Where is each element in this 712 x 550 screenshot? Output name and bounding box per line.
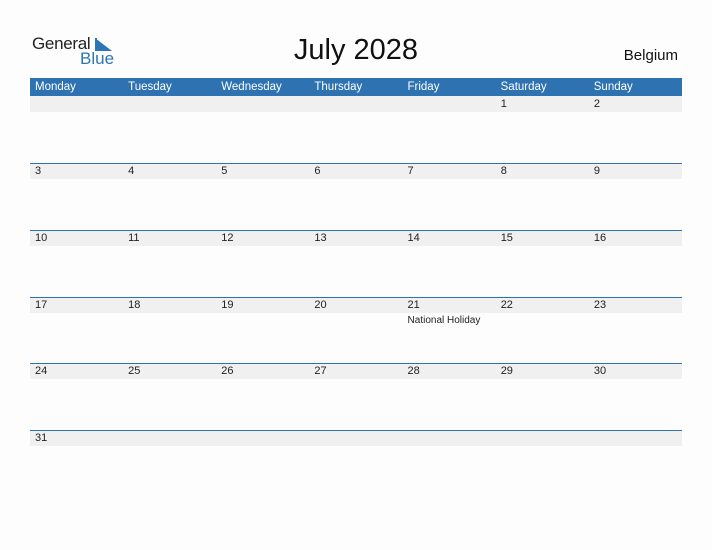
day-cell: 5 bbox=[216, 163, 309, 230]
day-number: 1 bbox=[500, 98, 507, 110]
day-cell: 2 bbox=[589, 96, 682, 163]
day-cell: 22 bbox=[496, 297, 589, 364]
day-cell: 6 bbox=[309, 163, 402, 230]
day-number: 12 bbox=[221, 232, 234, 244]
day-cell: 17 bbox=[30, 297, 123, 364]
weekday-sunday: Sunday bbox=[593, 81, 633, 93]
day-number: 21 bbox=[407, 299, 420, 311]
day-number: 26 bbox=[221, 365, 234, 377]
day-cell: 7 bbox=[403, 163, 496, 230]
week-row: 24 25 26 27 28 29 30 bbox=[30, 363, 682, 430]
day-cell: 10 bbox=[30, 230, 123, 297]
day-cell: 11 bbox=[123, 230, 216, 297]
day-cell: 20 bbox=[309, 297, 402, 364]
day-cell: 4 bbox=[123, 163, 216, 230]
day-number: 29 bbox=[500, 365, 513, 377]
day-number: 23 bbox=[593, 299, 607, 311]
day-number: 11 bbox=[128, 232, 140, 244]
day-cell: 8 bbox=[496, 163, 589, 230]
week-row: 10 11 12 13 14 15 16 bbox=[30, 230, 682, 297]
day-cell: 3 bbox=[30, 163, 123, 230]
day-cell bbox=[216, 96, 309, 163]
day-cell: 16 bbox=[589, 230, 682, 297]
day-cell: 25 bbox=[123, 363, 216, 430]
country-label: Belgium bbox=[623, 47, 678, 64]
day-cell bbox=[496, 430, 589, 497]
day-cell bbox=[589, 430, 682, 497]
day-number: 15 bbox=[500, 232, 513, 244]
day-number: 28 bbox=[407, 365, 420, 377]
day-cell: 14 bbox=[403, 230, 496, 297]
day-number: 18 bbox=[128, 299, 141, 311]
day-number: 25 bbox=[128, 365, 141, 377]
day-number: 22 bbox=[500, 299, 513, 311]
day-cell: 21 National Holiday bbox=[403, 297, 496, 364]
day-cell: 27 bbox=[309, 363, 402, 430]
day-cell bbox=[123, 96, 216, 163]
day-cell: 12 bbox=[216, 230, 309, 297]
day-number: 10 bbox=[35, 232, 48, 244]
day-cell: 24 bbox=[30, 363, 123, 430]
day-cell: 29 bbox=[496, 363, 589, 430]
day-cell bbox=[309, 430, 402, 497]
day-cell bbox=[30, 96, 123, 163]
day-number: 7 bbox=[407, 165, 414, 177]
day-number: 20 bbox=[314, 299, 327, 311]
day-cell: 13 bbox=[309, 230, 402, 297]
day-cell: 26 bbox=[216, 363, 309, 430]
weekday-monday: Monday bbox=[35, 81, 76, 93]
day-cell: 28 bbox=[403, 363, 496, 430]
day-cell bbox=[309, 96, 402, 163]
day-cell: 18 bbox=[123, 297, 216, 364]
day-number: 4 bbox=[128, 165, 135, 177]
day-number: 3 bbox=[35, 165, 42, 177]
calendar-title: July 2028 bbox=[293, 34, 419, 66]
weekday-friday: Friday bbox=[407, 81, 440, 93]
day-number: 8 bbox=[500, 165, 507, 177]
day-cell: 30 bbox=[589, 363, 682, 430]
day-cell bbox=[123, 430, 216, 497]
week-row: 31 bbox=[30, 430, 682, 497]
day-number: 31 bbox=[35, 432, 48, 444]
day-cell: 19 bbox=[216, 297, 309, 364]
day-number: 19 bbox=[221, 299, 234, 311]
day-number: 6 bbox=[314, 165, 321, 177]
week-row: 3 4 5 6 7 8 9 bbox=[30, 163, 682, 230]
day-number: 17 bbox=[35, 299, 48, 311]
week-row: 12 bbox=[30, 96, 682, 163]
day-cell: 1 bbox=[496, 96, 589, 163]
day-number: 16 bbox=[593, 232, 607, 244]
holiday-event: National Holiday bbox=[407, 315, 481, 326]
week-row: 17 18 19 20 21 National Holiday 22 23 bbox=[30, 297, 682, 364]
weekday-header: Monday Tuesday Wednesday Thursday Friday… bbox=[30, 78, 682, 96]
weekday-thursday: Thursday bbox=[314, 81, 363, 93]
day-number: 2 bbox=[593, 98, 600, 110]
day-cell: 31 bbox=[30, 430, 123, 497]
day-number: 24 bbox=[35, 365, 48, 377]
day-cell bbox=[216, 430, 309, 497]
day-number: 9 bbox=[593, 165, 600, 177]
day-number: 5 bbox=[221, 165, 228, 177]
day-cell bbox=[403, 430, 496, 497]
day-cell: 23 bbox=[589, 297, 682, 364]
weekday-wednesday: Wednesday bbox=[221, 81, 282, 93]
day-number: 13 bbox=[314, 232, 327, 244]
day-number: 30 bbox=[593, 365, 607, 377]
day-cell: 15 bbox=[496, 230, 589, 297]
day-number: 27 bbox=[314, 365, 327, 377]
day-number: 14 bbox=[407, 232, 420, 244]
weekday-tuesday: Tuesday bbox=[128, 81, 172, 93]
day-cell bbox=[403, 96, 496, 163]
day-cell: 9 bbox=[589, 163, 682, 230]
weekday-saturday: Saturday bbox=[500, 81, 547, 93]
